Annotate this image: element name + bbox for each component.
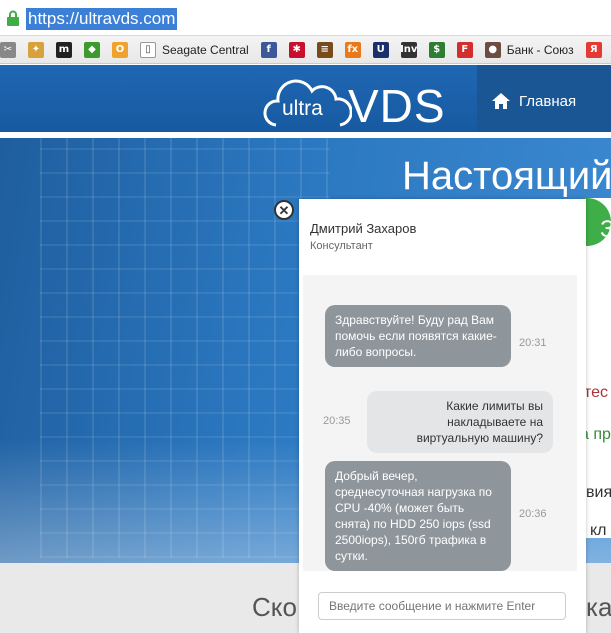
o-icon[interactable]: O: [112, 41, 128, 58]
text-fragment-4: кл: [590, 522, 607, 539]
message-bubble: Добрый вечер, среднесуточная нагрузка по…: [325, 461, 511, 571]
chat-widget: Дмитрий Захаров Консультант Здравствуйте…: [299, 199, 586, 633]
bookmark-label[interactable]: Банк - Союз: [507, 43, 574, 57]
message-time: 20:35: [323, 415, 351, 427]
u-icon[interactable]: U: [372, 41, 389, 58]
nav-home-label: Главная: [519, 92, 577, 110]
bookmarks-bar: ✂ ✦ m ◆ O ▯ Seagate Central f ✱ ≡ fx U Inv $ F ● Банк - …: [0, 36, 611, 64]
text-fragment-3: вия: [586, 484, 611, 501]
wrench-icon[interactable]: ✂: [0, 41, 16, 58]
puzzle-icon[interactable]: ✦: [28, 41, 44, 58]
person-icon[interactable]: ●: [484, 41, 501, 58]
logo-vds: VDS: [348, 80, 446, 132]
chart-icon[interactable]: ≡: [316, 41, 333, 58]
close-icon[interactable]: ✕: [274, 200, 294, 220]
hero-title: Настоящий: [402, 154, 611, 198]
message-time: 20:36: [519, 508, 547, 520]
fx-icon[interactable]: fx: [344, 41, 361, 58]
agent-role: Консультант: [310, 240, 373, 252]
chat-messages[interactable]: Здравствуйте! Буду рад Вам помочь если п…: [303, 275, 577, 571]
url-text[interactable]: https://ultravds.com: [26, 8, 178, 30]
logo-ultra: ultra: [282, 97, 323, 120]
bookmark-label[interactable]: Seagate Central: [162, 43, 249, 57]
home-icon: [492, 93, 510, 109]
logo[interactable]: ultra VDS: [262, 75, 445, 132]
address-bar[interactable]: https://ultravds.com: [0, 0, 611, 36]
site-header: ultra VDS Главная: [0, 65, 611, 137]
ya-icon[interactable]: Я: [585, 41, 602, 58]
f-icon[interactable]: F: [456, 41, 473, 58]
dollar-icon[interactable]: $: [428, 41, 445, 58]
page-icon[interactable]: ▯: [140, 41, 156, 58]
m-icon[interactable]: m: [56, 41, 72, 58]
chat-message-input[interactable]: [318, 592, 566, 620]
section-heading-end: ка: [586, 592, 611, 622]
inv-icon[interactable]: Inv: [400, 41, 417, 58]
message-bubble: Какие лимиты вы накладываете на виртуаль…: [367, 391, 553, 453]
agent-name: Дмитрий Захаров: [310, 221, 417, 236]
leaf-icon[interactable]: ◆: [84, 41, 100, 58]
text-fragment-1: тес: [584, 384, 609, 401]
message-bubble: Здравствуйте! Буду рад Вам помочь если п…: [325, 305, 511, 367]
lock-icon: [7, 10, 19, 26]
star-badge-icon[interactable]: ✱: [288, 41, 305, 58]
nav-home[interactable]: Главная: [477, 65, 611, 137]
section-heading: Ско: [252, 592, 297, 622]
message-time: 20:31: [519, 337, 547, 349]
facebook-icon[interactable]: f: [260, 41, 277, 58]
hero-subtitle-fragment: З: [600, 216, 611, 243]
